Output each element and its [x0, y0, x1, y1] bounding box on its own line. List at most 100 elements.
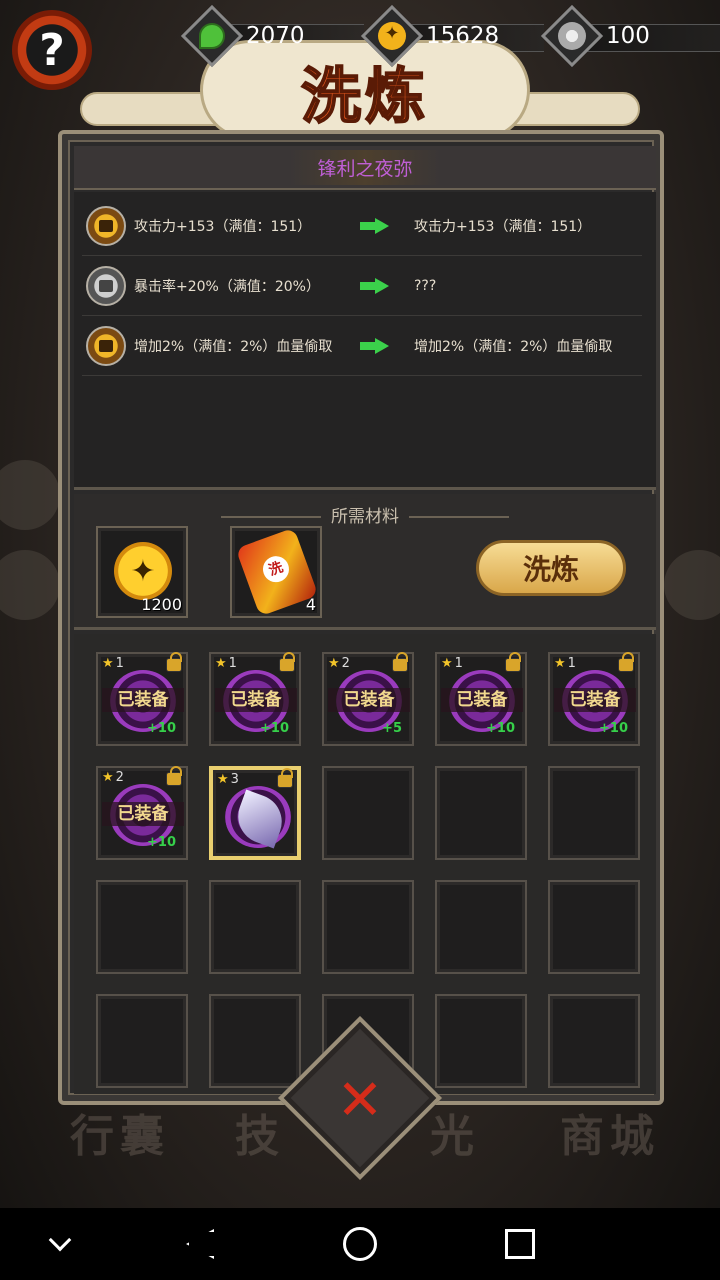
- enhance-level: +10: [260, 721, 289, 736]
- resource-silver: 100: [540, 4, 720, 68]
- padlock-icon: [618, 652, 634, 672]
- attribute-next: ???: [414, 277, 437, 294]
- inventory-slot-empty[interactable]: [322, 880, 414, 974]
- star-icon: ★ 1: [554, 656, 576, 671]
- attribute-current: 暴击率+20%（满值：20%）: [134, 278, 320, 295]
- materials-title: 所需材料: [74, 502, 656, 527]
- inventory-slot-empty[interactable]: [96, 880, 188, 974]
- system-nav-bar: [0, 1208, 720, 1280]
- equipped-label: 已装备: [328, 688, 410, 712]
- silver-coin-icon: [558, 22, 586, 50]
- inventory-slot[interactable]: ★ 1 已装备 +10: [548, 652, 640, 746]
- help-button[interactable]: ?: [12, 10, 92, 90]
- enhance-level: +5: [382, 721, 402, 736]
- star-icon: ★ 3: [217, 772, 239, 787]
- nav-back-button[interactable]: [180, 1224, 220, 1264]
- resource-silver-value: 100: [606, 23, 650, 49]
- attribute-next: 攻击力+153（满值：151）: [414, 218, 592, 235]
- inventory-slot-empty[interactable]: [322, 766, 414, 860]
- unlock-icon[interactable]: [86, 265, 126, 306]
- resource-frame: [540, 4, 604, 68]
- inventory-slot[interactable]: ★ 2 已装备 +10: [96, 766, 188, 860]
- star-count: 1: [454, 656, 463, 671]
- arrow-right-icon: [360, 337, 390, 354]
- inventory-slot-empty[interactable]: [435, 766, 527, 860]
- inventory-slot-empty[interactable]: [548, 880, 640, 974]
- attribute-row: 攻击力+153（满值：151） 攻击力+153（满值：151）: [82, 196, 642, 256]
- nav-recents-button[interactable]: [500, 1224, 540, 1264]
- inventory-slot[interactable]: ★ 2 已装备 +5: [322, 652, 414, 746]
- item-name: 锋利之夜弥: [289, 149, 441, 185]
- material-count: 4: [305, 595, 316, 614]
- padlock-icon: [166, 766, 182, 786]
- home-icon: [343, 1227, 377, 1261]
- inventory-slot[interactable]: ★ 1 已装备 +10: [96, 652, 188, 746]
- close-button[interactable]: ✕: [324, 1064, 396, 1136]
- star-count: 1: [228, 656, 237, 671]
- bg-label-skill: 技: [235, 1111, 285, 1162]
- attribute-list: 攻击力+153（满值：151） 攻击力+153（满值：151） 暴击率+20%（…: [74, 192, 656, 490]
- star-icon: ★ 2: [328, 656, 350, 671]
- materials-section: 所需材料 ✦ 1200 洗 4 洗炼: [74, 494, 656, 630]
- inventory-slot[interactable]: ★ 1 已装备 +10: [435, 652, 527, 746]
- close-icon: ✕: [336, 1067, 384, 1133]
- star-icon: ★ 1: [215, 656, 237, 671]
- padlock-icon: [277, 768, 293, 788]
- inventory-slot-empty[interactable]: [435, 994, 527, 1088]
- resource-green-value: 2070: [246, 23, 305, 49]
- material-slot-scroll[interactable]: 洗 4: [230, 526, 322, 618]
- inventory-slot-empty[interactable]: [209, 994, 301, 1088]
- inventory-slot-empty[interactable]: [548, 766, 640, 860]
- bg-label-bag: 行囊: [70, 1111, 170, 1162]
- bg-avatar-left-1: [0, 460, 60, 530]
- bg-label-light: 光: [430, 1111, 480, 1162]
- star-icon: ★ 1: [102, 656, 124, 671]
- lock-icon[interactable]: [86, 325, 126, 366]
- equipped-label: 已装备: [554, 688, 636, 712]
- bg-avatar-right-1: [664, 550, 720, 620]
- nav-hide-button[interactable]: [40, 1224, 80, 1264]
- padlock-icon: [505, 652, 521, 672]
- attribute-row: 暴击率+20%（满值：20%） ???: [82, 256, 642, 316]
- material-count: 1200: [141, 595, 182, 614]
- inventory-slot-empty[interactable]: [96, 994, 188, 1088]
- green-flame-icon: [199, 23, 225, 49]
- star-icon: ★ 2: [102, 770, 124, 785]
- star-icon: ★ 1: [441, 656, 463, 671]
- equipped-label: 已装备: [215, 688, 297, 712]
- inventory-slot-empty[interactable]: [209, 880, 301, 974]
- page-title: 洗炼: [300, 61, 429, 133]
- lock-icon[interactable]: [86, 205, 126, 246]
- inventory-slot[interactable]: ★ 1 已装备 +10: [209, 652, 301, 746]
- arrow-right-icon: [360, 277, 390, 294]
- attribute-current: 攻击力+153（满值：151）: [134, 218, 312, 235]
- star-count: 2: [115, 770, 124, 785]
- nav-home-button[interactable]: [340, 1224, 380, 1264]
- refine-button[interactable]: 洗炼: [476, 540, 626, 596]
- enhance-level: +10: [599, 721, 628, 736]
- star-count: 1: [115, 656, 124, 671]
- scroll-mark: 洗: [259, 552, 293, 586]
- back-icon: [186, 1229, 214, 1259]
- equipped-label: 已装备: [441, 688, 523, 712]
- attribute-current: 增加2%（满值：2%）血量偷取: [134, 338, 333, 355]
- attribute-next: 增加2%（满值：2%）血量偷取: [414, 338, 613, 355]
- item-name-bar: 锋利之夜弥: [74, 146, 656, 190]
- inventory-slot-selected[interactable]: ★ 3: [209, 766, 301, 860]
- star-count: 1: [567, 656, 576, 671]
- refine-panel: 锋利之夜弥 攻击力+153（满值：151） 攻击力+153（满值：151） 暴击…: [58, 130, 664, 1105]
- equipped-label: 已装备: [102, 802, 184, 826]
- padlock-icon: [166, 652, 182, 672]
- chevron-down-icon: [48, 1228, 72, 1252]
- recents-icon: [505, 1229, 535, 1259]
- bg-label-shop: 商城: [560, 1111, 660, 1162]
- material-slot-coin[interactable]: ✦ 1200: [96, 526, 188, 618]
- equipped-label: 已装备: [102, 688, 184, 712]
- enhance-level: +10: [147, 721, 176, 736]
- gold-coin-icon: ✦: [378, 22, 406, 50]
- resource-gold-value: 15628: [426, 23, 500, 49]
- inventory-slot-empty[interactable]: [548, 994, 640, 1088]
- attribute-row: 增加2%（满值：2%）血量偷取 增加2%（满值：2%）血量偷取: [82, 316, 642, 376]
- inventory-slot-empty[interactable]: [435, 880, 527, 974]
- enhance-level: +10: [147, 835, 176, 850]
